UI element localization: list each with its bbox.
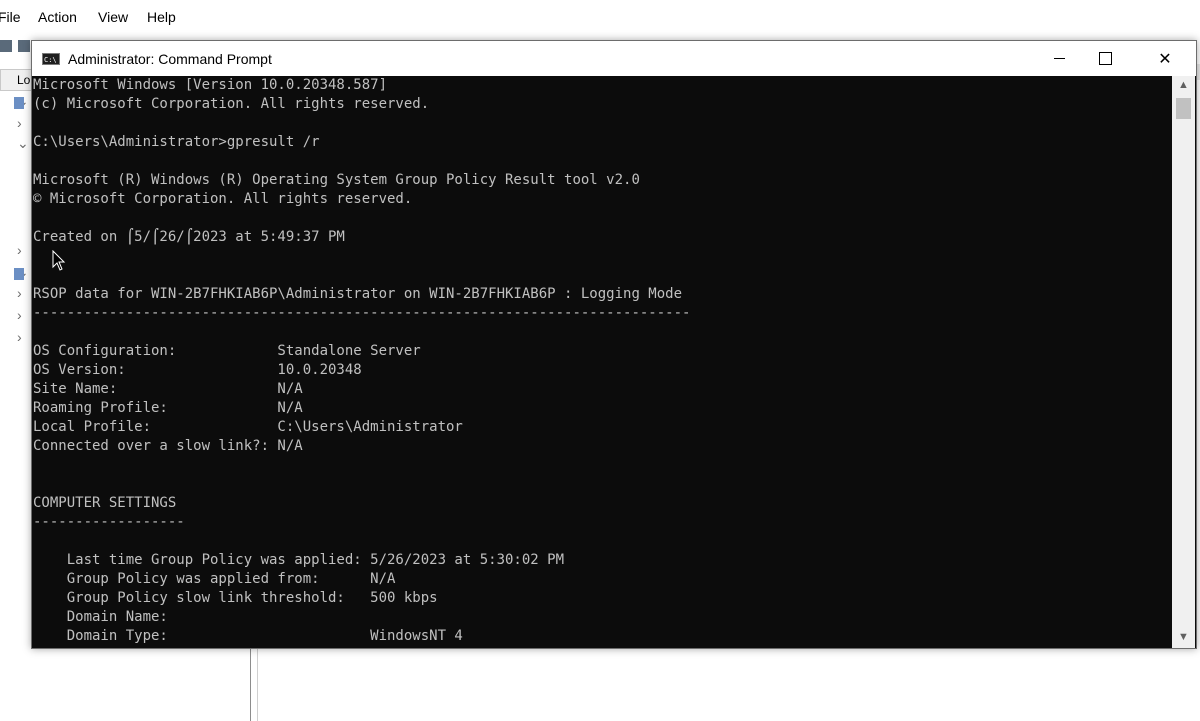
tree-root-tab[interactable]: Lo — [0, 69, 32, 91]
forward-icon[interactable] — [18, 40, 30, 52]
cmd-icon: C:\ — [42, 53, 60, 65]
maximize-button[interactable] — [1082, 41, 1128, 76]
chevron-right-icon[interactable]: › — [17, 307, 22, 323]
users-node-icon — [14, 268, 24, 280]
console-line: Group Policy was applied from: N/A — [33, 571, 396, 587]
chevron-right-icon[interactable]: › — [17, 329, 22, 345]
console-line: Domain Name: — [33, 609, 168, 625]
back-icon[interactable] — [0, 40, 12, 52]
console-line: COMPUTER SETTINGS — [33, 495, 177, 511]
console-line: ------------------ — [33, 514, 185, 530]
console-line: © Microsoft Corporation. All rights rese… — [33, 191, 413, 207]
maximize-icon — [1098, 52, 1112, 65]
console-line: Created on ⌠5/⌠26/⌠2023 at 5:49:37 PM — [33, 229, 345, 245]
console-line: OS Configuration: Standalone Server — [33, 343, 421, 359]
computer-node-icon — [14, 97, 24, 109]
console-line: Last time Group Policy was applied: 5/26… — [33, 552, 565, 568]
console-line: Domain Type: WindowsNT 4 — [33, 628, 463, 644]
console-line: ----------------------------------------… — [33, 305, 691, 321]
vertical-scrollbar[interactable]: ▲ ▼ — [1172, 76, 1195, 648]
console-line: Site Name: N/A — [33, 381, 303, 397]
console-line: (c) Microsoft Corporation. All rights re… — [33, 96, 430, 112]
chevron-down-icon[interactable]: ⌄ — [17, 135, 29, 152]
menu-bar: File Action View Help — [0, 0, 1200, 34]
tree-root-label: Lo — [17, 73, 31, 87]
menu-view[interactable]: View — [98, 9, 128, 25]
close-icon: ✕ — [1158, 50, 1172, 68]
title-bar[interactable]: C:\ Administrator: Command Prompt ✕ — [32, 41, 1196, 76]
menu-file[interactable]: File — [0, 9, 21, 25]
command-prompt-window: C:\ Administrator: Command Prompt ✕ Micr… — [31, 40, 1197, 649]
console-line: Microsoft (R) Windows (R) Operating Syst… — [33, 172, 640, 188]
scroll-down-arrow-icon[interactable]: ▼ — [1172, 629, 1195, 646]
console-line: Connected over a slow link?: N/A — [33, 438, 303, 454]
chevron-right-icon[interactable]: › — [17, 242, 22, 258]
console-line: Group Policy slow link threshold: 500 kb… — [33, 590, 438, 606]
console-line: Local Profile: C:\Users\Administrator — [33, 419, 463, 435]
console-line: Microsoft Windows [Version 10.0.20348.58… — [33, 77, 388, 93]
mouse-pointer-icon — [52, 250, 66, 271]
scroll-down-arrow-glyph: ▼ — [1178, 631, 1189, 643]
chevron-right-icon[interactable]: › — [17, 285, 22, 301]
scroll-thumb[interactable] — [1176, 98, 1191, 119]
console-output[interactable]: Microsoft Windows [Version 10.0.20348.58… — [32, 76, 1172, 648]
minimize-icon — [1053, 58, 1065, 59]
scroll-up-arrow-glyph: ▲ — [1178, 79, 1189, 91]
console-line: C:\Users\Administrator>gpresult /r — [33, 134, 320, 150]
console-line: Roaming Profile: N/A — [33, 400, 303, 416]
scroll-up-arrow-icon[interactable]: ▲ — [1172, 77, 1195, 94]
console-line: RSOP data for WIN-2B7FHKIAB6P\Administra… — [33, 286, 683, 302]
console-line: OS Version: 10.0.20348 — [33, 362, 362, 378]
window-title: Administrator: Command Prompt — [68, 51, 272, 67]
chevron-right-icon[interactable]: › — [17, 115, 22, 131]
menu-help[interactable]: Help — [147, 9, 176, 25]
minimize-button[interactable] — [1036, 41, 1082, 76]
pane-splitter[interactable] — [250, 645, 258, 721]
close-button[interactable]: ✕ — [1142, 41, 1188, 76]
menu-action[interactable]: Action — [38, 9, 77, 25]
